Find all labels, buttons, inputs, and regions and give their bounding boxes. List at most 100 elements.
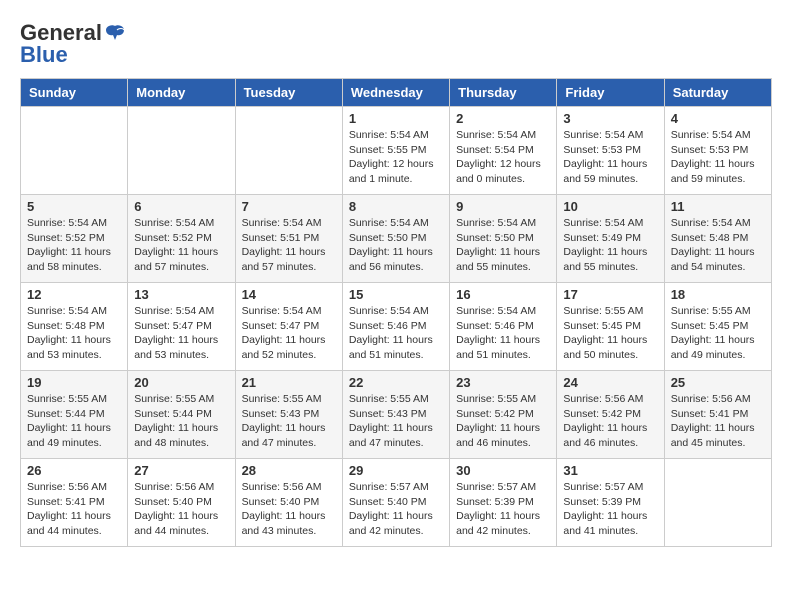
day-number: 2 xyxy=(456,111,550,126)
calendar-cell: 9 Sunrise: 5:54 AM Sunset: 5:50 PM Daylig… xyxy=(450,195,557,283)
day-info: Sunrise: 5:57 AM Sunset: 5:39 PM Dayligh… xyxy=(456,480,550,539)
day-info: Sunrise: 5:56 AM Sunset: 5:41 PM Dayligh… xyxy=(27,480,121,539)
day-number: 11 xyxy=(671,199,765,214)
calendar-day-header: Wednesday xyxy=(342,79,449,107)
day-info: Sunrise: 5:57 AM Sunset: 5:39 PM Dayligh… xyxy=(563,480,657,539)
day-info: Sunrise: 5:54 AM Sunset: 5:47 PM Dayligh… xyxy=(242,304,336,363)
calendar-day-header: Thursday xyxy=(450,79,557,107)
calendar-cell: 31Sunrise: 5:57 AM Sunset: 5:39 PM Dayli… xyxy=(557,459,664,547)
day-number: 5 xyxy=(27,199,121,214)
day-info: Sunrise: 5:54 AM Sunset: 5:50 PM Dayligh… xyxy=(456,216,550,275)
day-info: Sunrise: 5:55 AM Sunset: 5:42 PM Dayligh… xyxy=(456,392,550,451)
calendar-cell: 29 Sunrise: 5:57 AM Sunset: 5:40 PM Dayli… xyxy=(342,459,449,547)
day-number: 18 xyxy=(671,287,765,302)
calendar-cell: 1 Sunrise: 5:54 AM Sunset: 5:55 PM Daylig… xyxy=(342,107,449,195)
day-info: Sunrise: 5:55 AM Sunset: 5:45 PM Dayligh… xyxy=(563,304,657,363)
calendar-cell: 6 Sunrise: 5:54 AM Sunset: 5:52 PM Daylig… xyxy=(128,195,235,283)
day-number: 29 xyxy=(349,463,443,478)
calendar-cell xyxy=(235,107,342,195)
calendar-cell: 5Sunrise: 5:54 AM Sunset: 5:52 PM Daylig… xyxy=(21,195,128,283)
calendar-week-row: 5 Sunrise: 5:54 AM Sunset: 5:52 PM Daylig… xyxy=(21,195,772,283)
calendar-cell: 27 Sunrise: 5:56 AM Sunset: 5:40 PM Dayli… xyxy=(128,459,235,547)
day-info: Sunrise: 5:56 AM Sunset: 5:40 PM Dayligh… xyxy=(242,480,336,539)
calendar-cell: 2 Sunrise: 5:54 AM Sunset: 5:54 PM Daylig… xyxy=(450,107,557,195)
calendar-cell: 8 Sunrise: 5:54 AM Sunset: 5:50 PM Daylig… xyxy=(342,195,449,283)
day-info: Sunrise: 5:54 AM Sunset: 5:51 PM Dayligh… xyxy=(242,216,336,275)
day-info: Sunrise: 5:54 AM Sunset: 5:54 PM Dayligh… xyxy=(456,128,550,187)
day-info: Sunrise: 5:54 AM Sunset: 5:53 PM Dayligh… xyxy=(563,128,657,187)
calendar-day-header: Monday xyxy=(128,79,235,107)
day-info: Sunrise: 5:54 AM Sunset: 5:52 PM Dayligh… xyxy=(134,216,228,275)
day-number: 3 xyxy=(563,111,657,126)
calendar-cell: 12 Sunrise: 5:54 AM Sunset: 5:48 PM Dayli… xyxy=(21,283,128,371)
calendar-cell: 7 Sunrise: 5:54 AM Sunset: 5:51 PM Daylig… xyxy=(235,195,342,283)
calendar-cell: 19 Sunrise: 5:55 AM Sunset: 5:44 PM Dayli… xyxy=(21,371,128,459)
day-info: Sunrise: 5:54 AM Sunset: 5:48 PM Dayligh… xyxy=(671,216,765,275)
page-header: General Blue xyxy=(20,20,772,68)
day-number: 26 xyxy=(27,463,121,478)
day-info: Sunrise: 5:54 AM Sunset: 5:48 PM Dayligh… xyxy=(27,304,121,363)
day-number: 20 xyxy=(134,375,228,390)
calendar-cell: 22 Sunrise: 5:55 AM Sunset: 5:43 PM Dayli… xyxy=(342,371,449,459)
day-number: 30 xyxy=(456,463,550,478)
calendar-cell: 16 Sunrise: 5:54 AM Sunset: 5:46 PM Dayli… xyxy=(450,283,557,371)
day-info: Sunrise: 5:55 AM Sunset: 5:43 PM Dayligh… xyxy=(349,392,443,451)
calendar-cell: 13 Sunrise: 5:54 AM Sunset: 5:47 PM Dayli… xyxy=(128,283,235,371)
calendar-week-row: 1 Sunrise: 5:54 AM Sunset: 5:55 PM Daylig… xyxy=(21,107,772,195)
day-number: 7 xyxy=(242,199,336,214)
calendar-cell: 20 Sunrise: 5:55 AM Sunset: 5:44 PM Dayli… xyxy=(128,371,235,459)
day-number: 25 xyxy=(671,375,765,390)
logo: General Blue xyxy=(20,20,126,68)
calendar-cell: 15Sunrise: 5:54 AM Sunset: 5:46 PM Dayli… xyxy=(342,283,449,371)
day-info: Sunrise: 5:56 AM Sunset: 5:41 PM Dayligh… xyxy=(671,392,765,451)
calendar-cell: 4 Sunrise: 5:54 AM Sunset: 5:53 PM Daylig… xyxy=(664,107,771,195)
day-number: 28 xyxy=(242,463,336,478)
calendar-cell: 3 Sunrise: 5:54 AM Sunset: 5:53 PM Daylig… xyxy=(557,107,664,195)
day-info: Sunrise: 5:54 AM Sunset: 5:47 PM Dayligh… xyxy=(134,304,228,363)
day-number: 12 xyxy=(27,287,121,302)
day-info: Sunrise: 5:54 AM Sunset: 5:50 PM Dayligh… xyxy=(349,216,443,275)
calendar-cell: 26 Sunrise: 5:56 AM Sunset: 5:41 PM Dayli… xyxy=(21,459,128,547)
day-info: Sunrise: 5:55 AM Sunset: 5:44 PM Dayligh… xyxy=(134,392,228,451)
day-number: 9 xyxy=(456,199,550,214)
calendar-cell: 17Sunrise: 5:55 AM Sunset: 5:45 PM Dayli… xyxy=(557,283,664,371)
calendar-cell: 10Sunrise: 5:54 AM Sunset: 5:49 PM Dayli… xyxy=(557,195,664,283)
day-info: Sunrise: 5:54 AM Sunset: 5:46 PM Dayligh… xyxy=(456,304,550,363)
day-number: 1 xyxy=(349,111,443,126)
day-info: Sunrise: 5:54 AM Sunset: 5:53 PM Dayligh… xyxy=(671,128,765,187)
calendar-cell xyxy=(21,107,128,195)
calendar-week-row: 12 Sunrise: 5:54 AM Sunset: 5:48 PM Dayli… xyxy=(21,283,772,371)
day-number: 13 xyxy=(134,287,228,302)
day-number: 27 xyxy=(134,463,228,478)
calendar-table: SundayMondayTuesdayWednesdayThursdayFrid… xyxy=(20,78,772,547)
calendar-cell: 18Sunrise: 5:55 AM Sunset: 5:45 PM Dayli… xyxy=(664,283,771,371)
day-number: 23 xyxy=(456,375,550,390)
day-number: 4 xyxy=(671,111,765,126)
day-info: Sunrise: 5:55 AM Sunset: 5:44 PM Dayligh… xyxy=(27,392,121,451)
calendar-day-header: Sunday xyxy=(21,79,128,107)
calendar-week-row: 19 Sunrise: 5:55 AM Sunset: 5:44 PM Dayli… xyxy=(21,371,772,459)
day-info: Sunrise: 5:55 AM Sunset: 5:43 PM Dayligh… xyxy=(242,392,336,451)
calendar-day-header: Saturday xyxy=(664,79,771,107)
day-number: 15 xyxy=(349,287,443,302)
logo-blue: Blue xyxy=(20,42,68,68)
day-number: 22 xyxy=(349,375,443,390)
day-info: Sunrise: 5:54 AM Sunset: 5:49 PM Dayligh… xyxy=(563,216,657,275)
calendar-cell: 28 Sunrise: 5:56 AM Sunset: 5:40 PM Dayli… xyxy=(235,459,342,547)
day-info: Sunrise: 5:56 AM Sunset: 5:40 PM Dayligh… xyxy=(134,480,228,539)
day-info: Sunrise: 5:57 AM Sunset: 5:40 PM Dayligh… xyxy=(349,480,443,539)
calendar-cell: 25 Sunrise: 5:56 AM Sunset: 5:41 PM Dayli… xyxy=(664,371,771,459)
day-number: 24 xyxy=(563,375,657,390)
day-number: 19 xyxy=(27,375,121,390)
calendar-day-header: Friday xyxy=(557,79,664,107)
day-number: 8 xyxy=(349,199,443,214)
day-number: 6 xyxy=(134,199,228,214)
calendar-cell xyxy=(128,107,235,195)
calendar-header-row: SundayMondayTuesdayWednesdayThursdayFrid… xyxy=(21,79,772,107)
day-number: 16 xyxy=(456,287,550,302)
calendar-cell: 24Sunrise: 5:56 AM Sunset: 5:42 PM Dayli… xyxy=(557,371,664,459)
calendar-cell: 11 Sunrise: 5:54 AM Sunset: 5:48 PM Dayli… xyxy=(664,195,771,283)
logo-bird-icon xyxy=(104,22,126,44)
day-number: 14 xyxy=(242,287,336,302)
day-info: Sunrise: 5:54 AM Sunset: 5:55 PM Dayligh… xyxy=(349,128,443,187)
